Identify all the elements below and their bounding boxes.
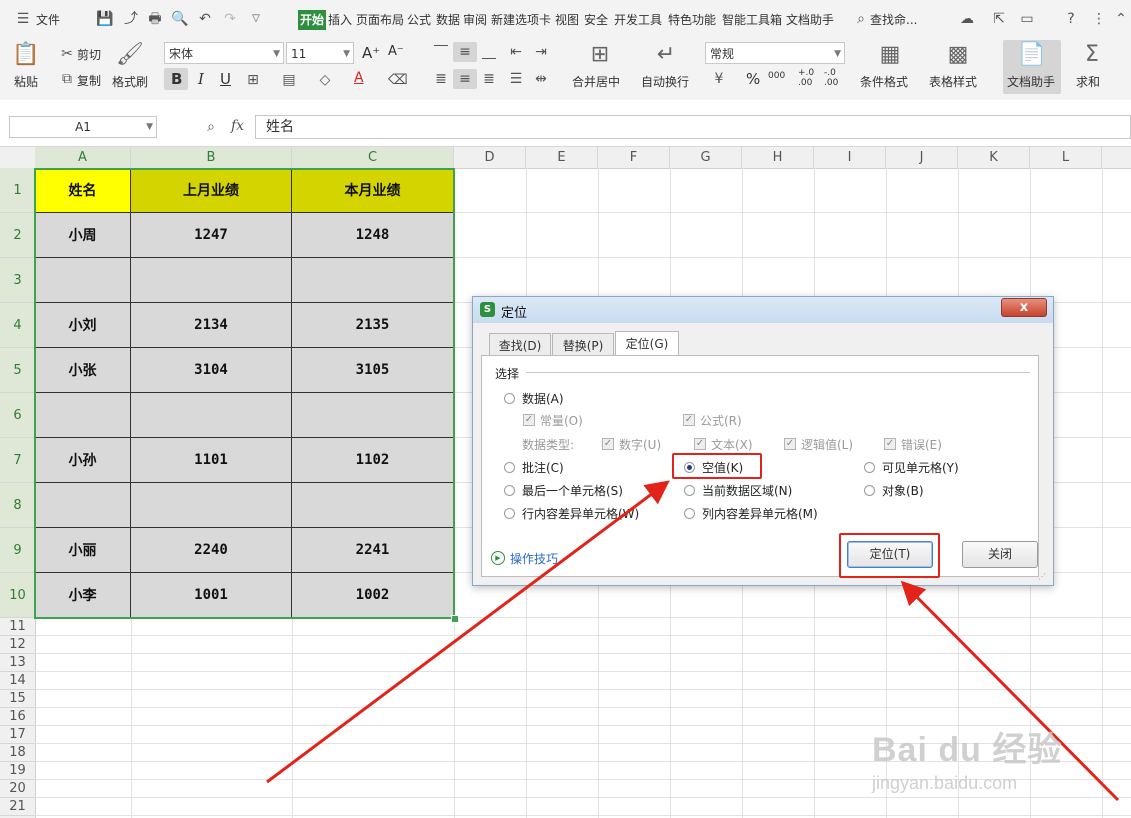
annotation-arrows <box>266 480 1120 802</box>
arrow-to-blank <box>266 480 670 784</box>
watermark-brand: Bai du 经验 <box>872 731 1063 769</box>
baidu-watermark: Bai du 经验 jingyan.baidu.com <box>872 722 1062 794</box>
watermark-url: jingyan.baidu.com <box>872 773 1018 793</box>
